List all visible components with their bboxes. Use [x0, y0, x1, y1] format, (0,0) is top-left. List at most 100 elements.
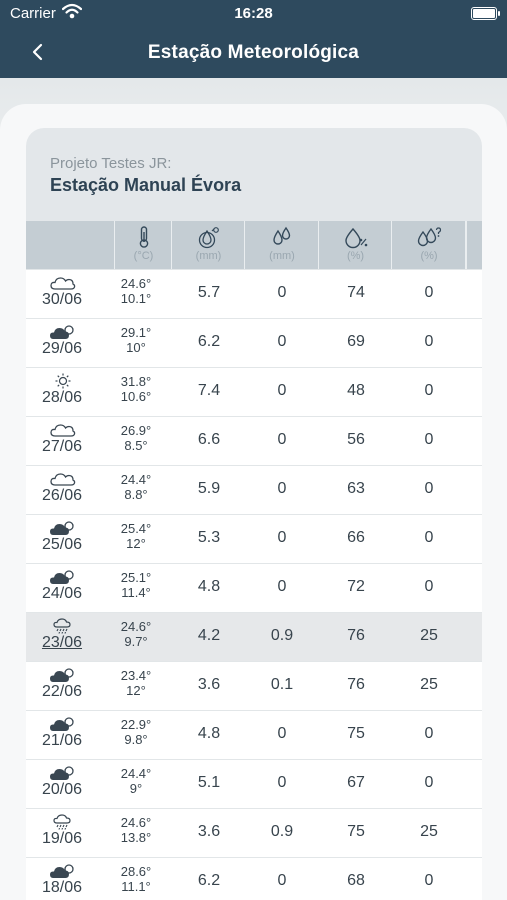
row-date: 29/06: [41, 340, 83, 357]
precipitation-value: 0: [277, 333, 287, 350]
battery-icon: [471, 7, 500, 20]
sunny-icon: [50, 373, 76, 389]
precipitation-value: 0: [277, 725, 287, 742]
table-row[interactable]: 18/06 28.6° 11.1° 6.2 0 68 0: [26, 857, 482, 900]
rain-probability-value: 0: [424, 529, 434, 546]
cloudy-icon: [50, 422, 76, 438]
row-date: 21/06: [41, 732, 83, 749]
temp-max: 22.9°: [120, 717, 152, 732]
row-temperatures: 24.6° 10.1°: [116, 276, 156, 306]
precipitation-value: 0: [277, 774, 287, 791]
row-temperatures: 28.6° 11.1°: [116, 864, 156, 894]
table-row[interactable]: 23/06 24.6° 9.7° 4.2 0.9 76 25: [26, 612, 482, 661]
temp-max: 29.1°: [120, 325, 152, 340]
evaporation-value: 5.3: [197, 529, 221, 546]
table-row[interactable]: 22/06 23.4° 12° 3.6 0.1 76 25: [26, 661, 482, 710]
page-title: Estação Meteorológica: [147, 42, 360, 63]
table-row[interactable]: 24/06 25.1° 11.4° 4.8 0 72 0: [26, 563, 482, 612]
rain-icon: [50, 618, 76, 634]
temp-max: 23.4°: [120, 668, 152, 683]
cloudy-icon: [50, 275, 76, 291]
rain-probability-value: 25: [420, 676, 438, 693]
partly-cloudy-icon: [50, 520, 76, 536]
table-row[interactable]: 30/06 24.6° 10.1° 5.7 0 74 0: [26, 269, 482, 318]
precipitation-value: 0: [277, 529, 287, 546]
precipitation-value: 0.9: [270, 823, 294, 840]
evaporation-value: 3.6: [197, 676, 221, 693]
table-row[interactable]: 20/06 24.4° 9° 5.1 0 67 0: [26, 759, 482, 808]
evaporation-value: 4.8: [197, 725, 221, 742]
row-temperatures: 24.4° 9°: [116, 766, 156, 796]
humidity-value: 56: [347, 431, 365, 448]
evaporation-value: 4.8: [197, 578, 221, 595]
partly-cloudy-icon: [50, 569, 76, 585]
temp-min: 10°: [126, 340, 146, 355]
precipitation-value: 0: [277, 480, 287, 497]
rain-probability-value: 0: [424, 774, 434, 791]
temp-max: 25.1°: [120, 570, 152, 585]
precipitation-value: 0: [277, 431, 287, 448]
rain-probability-value: 0: [424, 382, 434, 399]
temp-min: 11.1°: [121, 879, 151, 894]
row-date: 25/06: [41, 536, 83, 553]
row-date: 30/06: [41, 291, 83, 308]
precipitation-value: 0.1: [270, 676, 294, 693]
precipitation-value: 0: [277, 284, 287, 301]
station-header: Projeto Testes JR: Estação Manual Évora: [26, 128, 482, 221]
table-row[interactable]: 26/06 24.4° 8.8° 5.9 0 63 0: [26, 465, 482, 514]
precipitation-value: 0: [277, 382, 287, 399]
column-humidity: (%): [318, 221, 392, 269]
temp-max: 31.8°: [120, 374, 152, 389]
rain-probability-value: 0: [424, 480, 434, 497]
column-precipitation: (mm): [244, 221, 319, 269]
temp-max: 24.4°: [120, 766, 152, 781]
precipitation-icon: [273, 226, 291, 245]
row-temperatures: 29.1° 10°: [116, 325, 156, 355]
temp-max: 26.9°: [120, 423, 152, 438]
row-date: 20/06: [41, 781, 83, 798]
column-temperature: (°C): [114, 221, 172, 269]
temp-max: 24.6°: [120, 276, 152, 291]
precipitation-value: 0: [277, 578, 287, 595]
evaporation-value: 6.2: [197, 333, 221, 350]
partly-cloudy-icon: [50, 863, 76, 879]
humidity-value: 76: [347, 627, 365, 644]
evaporation-value: 7.4: [197, 382, 221, 399]
humidity-value: 72: [347, 578, 365, 595]
temp-max: 24.6°: [120, 619, 152, 634]
rain-probability-value: 25: [420, 627, 438, 644]
humidity-value: 75: [347, 725, 365, 742]
evaporation-value: 5.9: [197, 480, 221, 497]
row-temperatures: 24.4° 8.8°: [116, 472, 156, 502]
row-temperatures: 25.1° 11.4°: [116, 570, 156, 600]
thermometer-icon: [139, 226, 148, 248]
evaporation-value: 3.6: [197, 823, 221, 840]
row-temperatures: 26.9° 8.5°: [116, 423, 156, 453]
humidity-value: 68: [347, 872, 365, 889]
table-row[interactable]: 29/06 29.1° 10° 6.2 0 69 0: [26, 318, 482, 367]
row-date: 22/06: [41, 683, 83, 700]
unit-evaporation: (mm): [195, 250, 222, 262]
temp-min: 10.6°: [120, 389, 152, 404]
rain-probability-value: 0: [424, 872, 434, 889]
table-row[interactable]: 25/06 25.4° 12° 5.3 0 66 0: [26, 514, 482, 563]
rain-icon: [50, 814, 76, 830]
evaporation-icon: [198, 227, 219, 249]
partly-cloudy-icon: [50, 765, 76, 781]
humidity-value: 63: [347, 480, 365, 497]
table-row[interactable]: 21/06 22.9° 9.8° 4.8 0 75 0: [26, 710, 482, 759]
table-row[interactable]: 27/06 26.9° 8.5° 6.6 0 56 0: [26, 416, 482, 465]
row-date: 27/06: [41, 438, 83, 455]
row-date: 28/06: [41, 389, 83, 406]
temp-min: 13.8°: [120, 830, 152, 845]
temp-max: 24.6°: [120, 815, 152, 830]
temp-max: 28.6°: [120, 864, 152, 879]
table-row[interactable]: 28/06 31.8° 10.6° 7.4 0 48 0: [26, 367, 482, 416]
evaporation-value: 6.2: [197, 872, 221, 889]
rain-probability-value: 25: [420, 823, 438, 840]
row-temperatures: 24.6° 13.8°: [116, 815, 156, 845]
temp-min: 8.5°: [124, 438, 148, 453]
rain-probability-icon: [417, 227, 442, 247]
evaporation-value: 5.7: [197, 284, 221, 301]
table-row[interactable]: 19/06 24.6° 13.8° 3.6 0.9 75 25: [26, 808, 482, 857]
